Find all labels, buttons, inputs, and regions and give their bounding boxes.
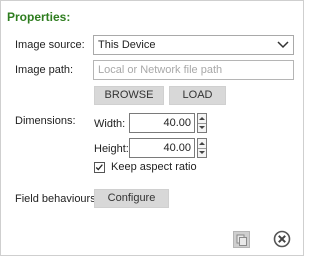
width-value: 40.00 <box>163 117 191 129</box>
dimensions-label: Dimensions: <box>15 115 76 127</box>
keep-aspect-label: Keep aspect ratio <box>111 161 197 173</box>
image-source-select[interactable]: This Device <box>93 35 294 55</box>
image-source-value: This Device <box>98 39 156 51</box>
chevron-down-icon <box>277 41 289 49</box>
panel-title: Properties: <box>7 10 71 24</box>
width-label: Width: <box>94 118 126 130</box>
checkmark-icon <box>95 164 103 171</box>
spin-down-icon[interactable] <box>198 123 206 132</box>
keep-aspect-checkbox[interactable] <box>94 162 105 173</box>
height-value: 40.00 <box>163 142 191 154</box>
height-label: Height: <box>94 143 129 155</box>
load-button[interactable]: LOAD <box>169 86 226 105</box>
browse-button[interactable]: BROWSE <box>94 86 164 105</box>
properties-panel: Properties: Image source: This Device Im… <box>0 0 304 256</box>
close-icon[interactable] <box>273 230 291 248</box>
field-behaviours-label: Field behaviours: <box>15 193 99 205</box>
spin-down-icon[interactable] <box>198 148 206 157</box>
image-path-label: Image path: <box>15 64 74 76</box>
image-source-label: Image source: <box>15 39 85 51</box>
copy-icon[interactable] <box>233 231 250 248</box>
height-input[interactable]: 40.00 <box>129 138 195 158</box>
configure-button[interactable]: Configure <box>94 189 169 208</box>
height-spinner[interactable] <box>197 138 207 158</box>
width-input[interactable]: 40.00 <box>129 113 195 133</box>
width-spinner[interactable] <box>197 113 207 133</box>
image-path-input[interactable] <box>93 60 294 80</box>
